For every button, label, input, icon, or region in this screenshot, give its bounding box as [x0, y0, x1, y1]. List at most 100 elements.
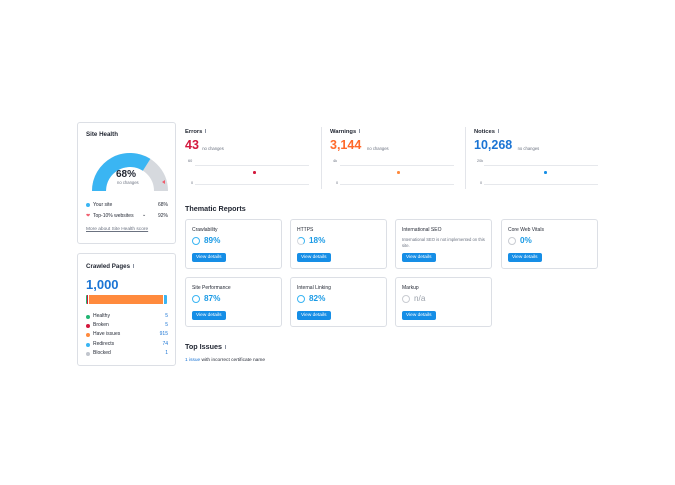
- metric-notices[interactable]: Notices 10,268 no changes 20k 0: [474, 124, 599, 190]
- report-name: Site Performance: [192, 285, 231, 291]
- report-name: Markup: [402, 285, 419, 291]
- site-health-link[interactable]: More about Site Health score: [86, 227, 148, 232]
- progress-ring-icon: [192, 237, 200, 245]
- issue-count-link[interactable]: 1 issue: [185, 358, 200, 363]
- heart-icon: ❤: [86, 213, 91, 219]
- report-name: Internal Linking: [297, 285, 331, 291]
- report-score: 82%: [309, 294, 326, 303]
- info-icon: [205, 129, 209, 134]
- trend-point: [397, 171, 400, 174]
- report-score: n/a: [414, 294, 426, 303]
- crawled-pages-bar: [86, 295, 167, 304]
- axis-label: 60: [188, 159, 193, 163]
- view-details-button[interactable]: View details: [508, 253, 542, 262]
- report-card-https: HTTPS 18% View details: [290, 219, 387, 269]
- report-card-internal-linking: Internal Linking 82% View details: [290, 277, 387, 327]
- crawled-total[interactable]: 1,000: [86, 277, 119, 292]
- view-details-button[interactable]: View details: [402, 311, 436, 320]
- report-name: Core Web Vitals: [508, 227, 544, 233]
- status-dot: [86, 342, 90, 347]
- gridline: [340, 184, 454, 185]
- bar-segment-redirects: [163, 295, 167, 304]
- site-health-title: Site Health: [86, 131, 118, 138]
- top-issue-row: 1 issue with incorrect certificate name: [185, 358, 265, 363]
- list-item[interactable]: Redirects 74: [86, 341, 168, 349]
- progress-ring-icon: [297, 237, 305, 245]
- status-dot: [86, 333, 90, 338]
- list-item[interactable]: Broken 5: [86, 322, 168, 330]
- thematic-reports-title: Thematic Reports: [185, 204, 246, 213]
- progress-ring-icon: [192, 295, 200, 303]
- info-icon: [497, 129, 502, 134]
- list-item[interactable]: Blocked 1: [86, 350, 168, 358]
- gridline: [195, 165, 309, 166]
- report-score: 89%: [204, 236, 221, 245]
- report-name: HTTPS: [297, 227, 314, 233]
- gridline: [484, 165, 598, 166]
- metric-label-text: Notices: [474, 129, 495, 135]
- divider: [465, 127, 466, 189]
- progress-ring-icon: [297, 295, 305, 303]
- crawled-pages-card: Crawled Pages 1,000 Healthy 5 Broken 5 Have …: [77, 253, 176, 366]
- progress-ring-icon: [508, 237, 516, 245]
- report-card-crawlability: Crawlability 89% View details: [185, 219, 282, 269]
- metric-label-text: Errors: [185, 129, 203, 135]
- axis-label: 0: [191, 181, 194, 185]
- your-site-value: 68%: [157, 202, 168, 208]
- list-item-value: 1: [165, 349, 168, 356]
- metric-label: Warnings: [330, 129, 363, 135]
- trend-point: [253, 171, 256, 174]
- gridline: [340, 165, 454, 166]
- axis-label: 4k: [333, 159, 338, 163]
- progress-ring-icon: [402, 295, 410, 303]
- list-item-label: Healthy: [93, 313, 110, 319]
- report-name: International SEO: [402, 227, 442, 233]
- list-item[interactable]: Healthy 5: [86, 313, 168, 321]
- site-health-score: 68%: [116, 169, 137, 180]
- metric-warnings[interactable]: Warnings 3,144 no changes 4k 0: [330, 124, 455, 190]
- metric-change: no changes: [517, 146, 540, 151]
- metric-label: Notices: [474, 129, 502, 135]
- view-details-button[interactable]: View details: [297, 253, 331, 262]
- list-item[interactable]: Have issues 915: [86, 331, 168, 339]
- report-card-core-web-vitals: Core Web Vitals 0% View details: [501, 219, 598, 269]
- metric-errors[interactable]: Errors 43 no changes 60 0: [185, 124, 310, 190]
- list-item-label: Redirects: [93, 340, 115, 347]
- metric-label: Errors: [185, 129, 209, 135]
- bar-segment-issues: [88, 295, 164, 304]
- your-site-dot: [86, 203, 90, 207]
- crawled-pages-title: Crawled Pages: [86, 263, 137, 270]
- trend-point: [544, 171, 547, 174]
- report-score: 87%: [204, 294, 221, 303]
- top10-value: 92%: [157, 213, 168, 219]
- legend-top10[interactable]: ❤ Top-10% websites ⌄ 92%: [86, 212, 168, 221]
- axis-label: 0: [480, 181, 483, 185]
- status-dot: [86, 351, 90, 356]
- metric-change: no changes: [202, 146, 224, 151]
- report-score: 18%: [309, 236, 326, 245]
- crawled-pages-title-text: Crawled Pages: [86, 263, 131, 270]
- view-details-button[interactable]: View details: [192, 253, 226, 262]
- status-dot: [86, 324, 90, 329]
- report-name: Crawlability: [192, 227, 218, 233]
- top-issues-title-text: Top Issues: [185, 342, 223, 351]
- list-item-value: 74: [162, 340, 168, 347]
- metric-change: no changes: [367, 146, 389, 151]
- report-card-site-performance: Site Performance 87% View details: [185, 277, 282, 327]
- view-details-button[interactable]: View details: [297, 311, 331, 320]
- top-issues-title: Top Issues: [185, 342, 229, 351]
- list-item-value: 5: [165, 322, 168, 329]
- report-card-markup: Markup n/a View details: [395, 277, 492, 327]
- status-dot: [86, 315, 90, 319]
- axis-label: 20k: [477, 159, 484, 163]
- legend-your-site: Your site 68%: [86, 202, 168, 210]
- top10-marker-icon: [162, 180, 165, 184]
- list-item-value: 5: [165, 313, 168, 319]
- view-details-button[interactable]: View details: [402, 253, 436, 262]
- list-item-value: 915: [159, 331, 168, 338]
- divider: [321, 127, 322, 189]
- view-details-button[interactable]: View details: [192, 311, 226, 320]
- axis-label: 0: [336, 181, 339, 185]
- gridline: [484, 184, 598, 185]
- metric-value: 3,144: [330, 138, 362, 152]
